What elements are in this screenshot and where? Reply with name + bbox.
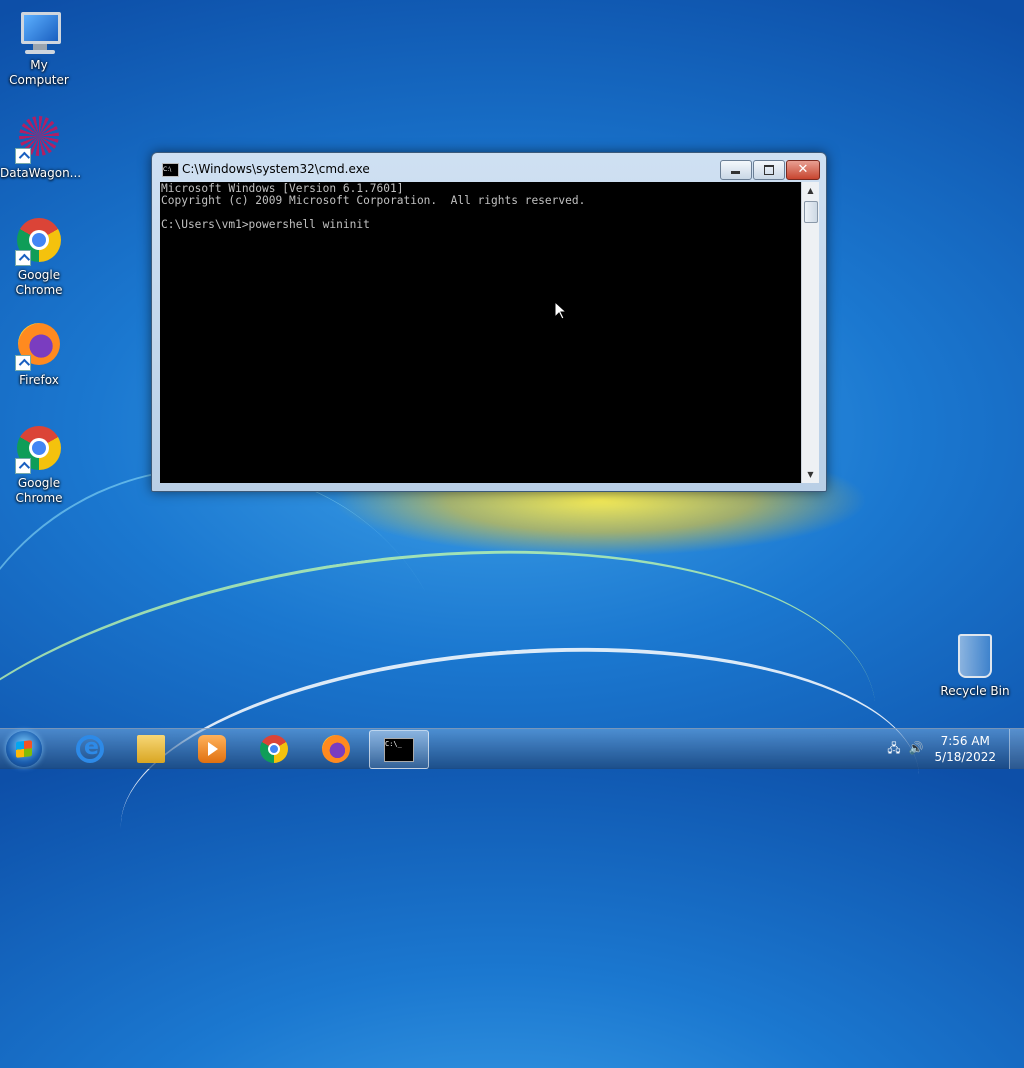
volume-icon[interactable]: 🔊 bbox=[908, 741, 924, 755]
shortcut-arrow-icon bbox=[15, 148, 31, 164]
firefox-icon bbox=[322, 735, 350, 763]
maximize-icon bbox=[764, 165, 774, 175]
console-output[interactable]: Microsoft Windows [Version 6.1.7601] Cop… bbox=[160, 182, 801, 483]
clock-time: 7:56 AM bbox=[940, 734, 990, 748]
taskbar-firefox[interactable] bbox=[307, 730, 365, 767]
media-player-icon bbox=[198, 735, 226, 763]
system-tray: 🖧 🔊 7:56 AM 5/18/2022 bbox=[884, 729, 1024, 769]
desktop-icon-firefox[interactable]: Firefox bbox=[0, 320, 78, 388]
datawagon-icon bbox=[15, 116, 63, 164]
vertical-scrollbar[interactable]: ▲ ▼ bbox=[801, 182, 819, 483]
shortcut-arrow-icon bbox=[15, 250, 31, 266]
close-icon: ✕ bbox=[797, 162, 809, 177]
taskbar-file-explorer[interactable] bbox=[122, 730, 180, 767]
shortcut-arrow-icon bbox=[15, 458, 31, 474]
desktop-icon-label: Firefox bbox=[19, 373, 59, 387]
console-text: Microsoft Windows [Version 6.1.7601] Cop… bbox=[161, 182, 586, 231]
minimize-icon bbox=[731, 171, 740, 174]
desktop-icon-label: Recycle Bin bbox=[940, 684, 1010, 698]
shortcut-arrow-icon bbox=[15, 355, 31, 371]
desktop-icon-recycle-bin[interactable]: Recycle Bin bbox=[936, 630, 1014, 699]
title-bar[interactable]: C:\ C:\Windows\system32\cmd.exe ✕ bbox=[152, 153, 826, 183]
computer-icon bbox=[15, 8, 63, 56]
desktop-icon-label: Google Chrome bbox=[15, 268, 63, 297]
mouse-cursor-icon bbox=[554, 301, 566, 320]
scroll-thumb[interactable] bbox=[804, 201, 818, 223]
window-title: C:\Windows\system32\cmd.exe bbox=[182, 162, 370, 176]
show-desktop-button[interactable] bbox=[1009, 729, 1024, 769]
folder-icon bbox=[137, 735, 165, 763]
recycle-bin-icon bbox=[951, 634, 999, 682]
chrome-icon bbox=[260, 735, 288, 763]
internet-explorer-icon bbox=[76, 735, 104, 763]
start-button[interactable] bbox=[6, 731, 42, 767]
maximize-button[interactable] bbox=[753, 160, 785, 180]
cmd-icon: C:\_ bbox=[384, 738, 414, 762]
taskbar-chrome[interactable] bbox=[245, 730, 303, 767]
taskbar: C:\_ 🖧 🔊 7:56 AM 5/18/2022 bbox=[0, 728, 1024, 769]
cmd-icon: C:\ bbox=[162, 163, 179, 177]
desktop-icon-my-computer[interactable]: My Computer bbox=[0, 8, 78, 88]
desktop-icon-datawagon[interactable]: DataWagon... bbox=[0, 112, 82, 181]
scroll-up-icon[interactable]: ▲ bbox=[802, 182, 819, 199]
desktop-icon-label: DataWagon... bbox=[0, 166, 82, 180]
windows-logo-icon bbox=[16, 740, 32, 758]
taskbar-media-player[interactable] bbox=[183, 730, 241, 767]
close-button[interactable]: ✕ bbox=[786, 160, 820, 180]
firefox-icon bbox=[15, 323, 63, 371]
scroll-down-icon[interactable]: ▼ bbox=[802, 466, 819, 483]
cmd-window[interactable]: C:\ C:\Windows\system32\cmd.exe ✕ Micros… bbox=[151, 152, 827, 492]
chrome-icon bbox=[15, 426, 63, 474]
taskbar-internet-explorer[interactable] bbox=[61, 730, 119, 767]
taskbar-cmd[interactable]: C:\_ bbox=[369, 730, 429, 769]
clock-date: 5/18/2022 bbox=[934, 750, 996, 764]
chrome-icon bbox=[15, 218, 63, 266]
desktop-icon-google-chrome-2[interactable]: Google Chrome bbox=[0, 424, 78, 506]
desktop-icon-google-chrome[interactable]: Google Chrome bbox=[0, 216, 78, 298]
desktop-icon-label: Google Chrome bbox=[15, 476, 63, 505]
clock[interactable]: 7:56 AM 5/18/2022 bbox=[934, 733, 996, 765]
network-icon[interactable]: 🖧 bbox=[886, 741, 902, 755]
desktop-icon-label: My Computer bbox=[9, 58, 69, 87]
minimize-button[interactable] bbox=[720, 160, 752, 180]
